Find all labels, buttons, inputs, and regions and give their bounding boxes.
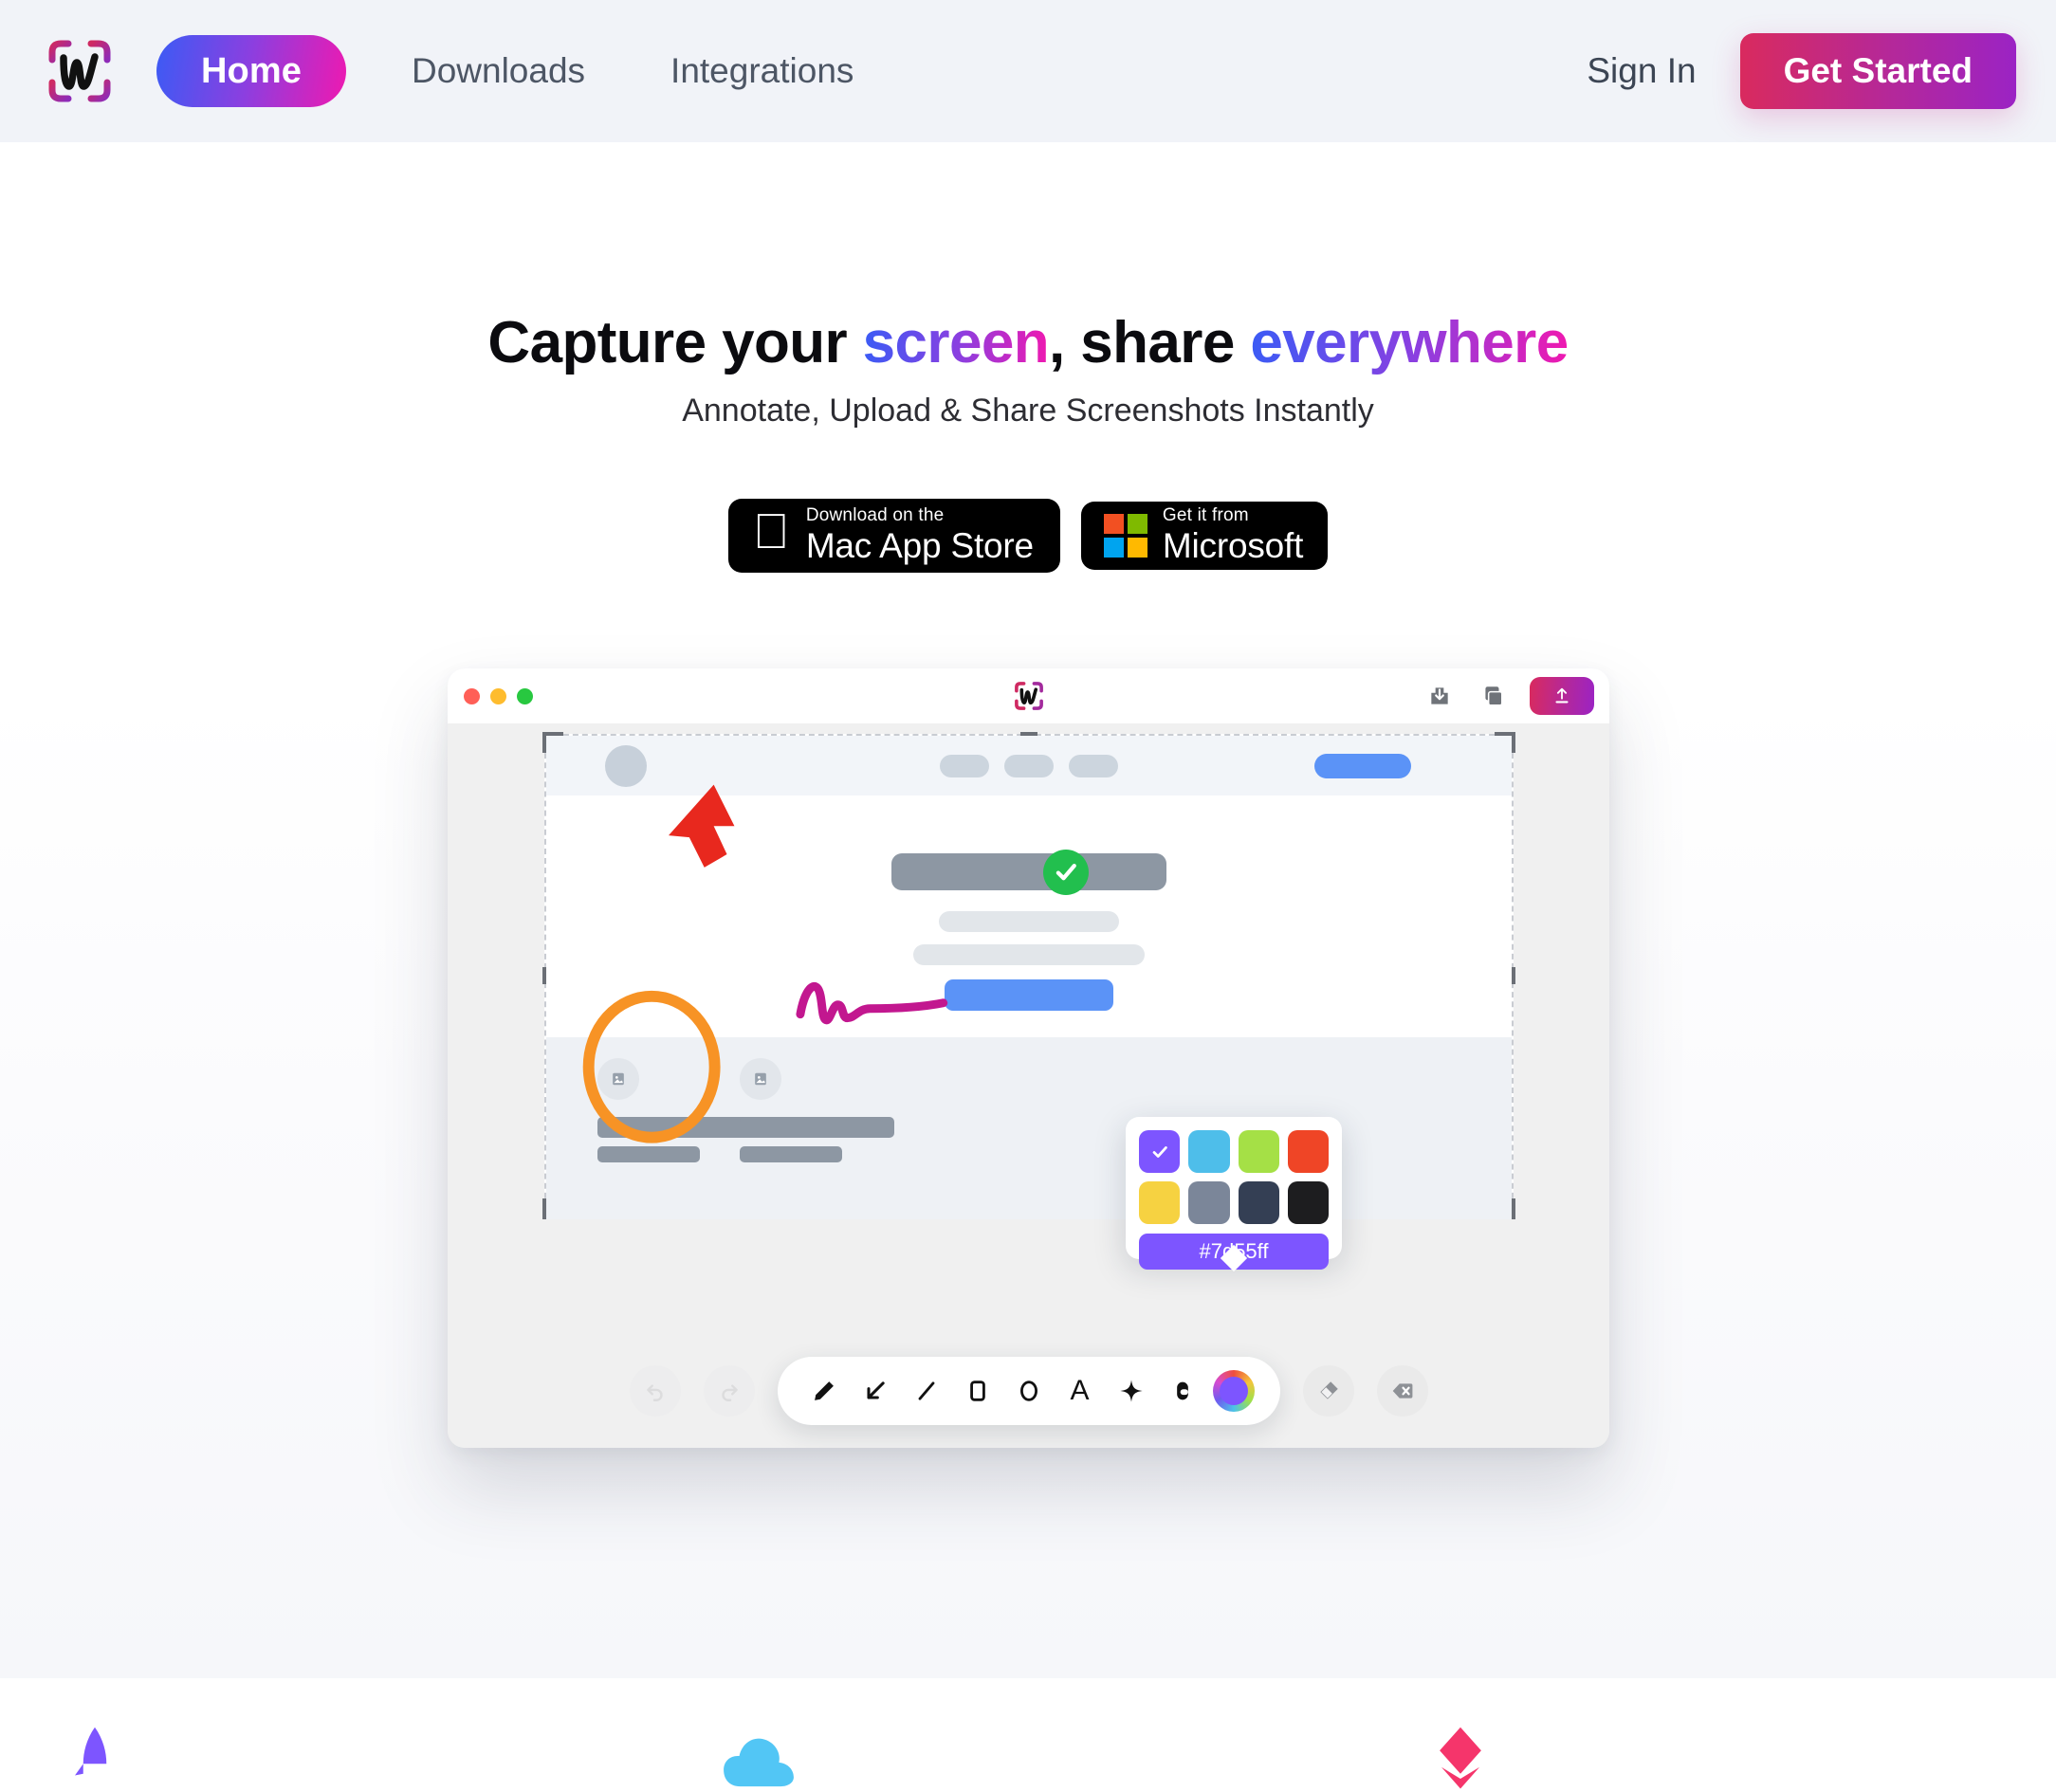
color-wheel-icon <box>1212 1370 1255 1412</box>
maximize-button[interactable] <box>517 687 533 704</box>
header-actions: Sign In Get Started <box>1587 0 2016 142</box>
page-title: Capture your screen, share everywhere <box>0 309 2056 376</box>
mock-card-sub-bar <box>740 1146 842 1162</box>
mac-app-store-badge[interactable]:  Download on the Mac App Store <box>727 499 1060 573</box>
mock-navbar <box>546 736 1512 795</box>
window-titlebar <box>448 668 1609 723</box>
window-brand-logo-icon <box>1011 678 1047 714</box>
current-color-indicator <box>1219 1377 1248 1405</box>
nav-item-home[interactable]: Home <box>156 35 346 107</box>
site-header: Home Downloads Integrations Sign In Get … <box>0 0 2056 142</box>
title-text-2: , share <box>1049 310 1251 375</box>
image-placeholder-icon <box>740 1058 781 1100</box>
editor-canvas[interactable]: #7d55ff <box>448 723 1609 1448</box>
minimize-button[interactable] <box>490 687 506 704</box>
download-icon[interactable] <box>1423 680 1456 712</box>
color-picker-popup[interactable]: #7d55ff <box>1126 1117 1342 1272</box>
ms-badge-small-label: Get it from <box>1144 505 1249 526</box>
store-badges:  Download on the Mac App Store Get it f… <box>0 499 2056 573</box>
upload-button[interactable] <box>1530 677 1594 715</box>
blur-tool[interactable] <box>1161 1369 1204 1413</box>
color-swatch-blue[interactable] <box>1188 1130 1230 1173</box>
color-swatch-yellow[interactable] <box>1139 1181 1181 1224</box>
mock-primary-button <box>945 979 1113 1011</box>
redo-button[interactable] <box>703 1365 755 1417</box>
mac-badge-small-label: Download on the <box>787 505 944 526</box>
mock-nav-pill <box>1069 754 1118 777</box>
mock-headline-bar <box>891 853 1166 890</box>
color-swatch-black[interactable] <box>1287 1181 1329 1224</box>
features-section <box>0 1678 2056 1790</box>
mock-nav-pill <box>940 754 989 777</box>
capture-selection-region[interactable] <box>542 732 1515 1219</box>
mac-badge-big-label: Mac App Store <box>787 526 1034 566</box>
magic-tool[interactable] <box>1110 1369 1153 1413</box>
mock-nav-pills <box>940 754 1118 777</box>
color-swatch-red[interactable] <box>1287 1130 1329 1173</box>
title-text-1: Capture your <box>487 310 863 375</box>
color-swatch-gray[interactable] <box>1188 1181 1230 1224</box>
pencil-tool[interactable] <box>802 1369 846 1413</box>
eraser-button[interactable] <box>1302 1365 1354 1417</box>
line-tool[interactable] <box>905 1369 948 1413</box>
traffic-lights <box>464 687 533 704</box>
color-swatch-green[interactable] <box>1238 1130 1279 1173</box>
microsoft-squares-icon <box>1103 514 1147 558</box>
brand-logo-icon[interactable] <box>40 31 119 111</box>
hero-section: Capture your screen, share everywhere An… <box>0 142 2056 1678</box>
mock-text-bar <box>939 911 1119 932</box>
text-tool[interactable]: A <box>1058 1369 1102 1413</box>
sign-in-link[interactable]: Sign In <box>1587 51 1696 91</box>
window-actions <box>1423 677 1594 715</box>
hero-subtitle: Annotate, Upload & Share Screenshots Ins… <box>682 393 1374 429</box>
mock-card <box>740 1058 894 1162</box>
ellipse-tool[interactable] <box>1007 1369 1051 1413</box>
ms-badge-big-label: Microsoft <box>1144 526 1303 566</box>
nav-item-downloads[interactable]: Downloads <box>369 51 628 91</box>
annotation-toolbar: A <box>448 1357 1609 1425</box>
color-swatch-grid <box>1139 1130 1329 1224</box>
tool-palette: A <box>777 1357 1280 1425</box>
blue-cloud-icon <box>702 1726 816 1790</box>
app-window-mockup: #7d55ff <box>448 668 1609 1448</box>
clear-button[interactable] <box>1376 1365 1428 1417</box>
color-picker-tool[interactable] <box>1212 1369 1256 1413</box>
image-placeholder-icon <box>597 1058 639 1100</box>
color-swatch-navy[interactable] <box>1238 1181 1279 1224</box>
mock-text-bar <box>913 944 1145 965</box>
green-check-annotation <box>1043 850 1089 895</box>
main-navigation: Home Downloads Integrations <box>156 0 896 142</box>
mock-avatar <box>605 744 647 787</box>
title-highlight-everywhere: everywhere <box>1250 310 1569 375</box>
close-button[interactable] <box>464 687 480 704</box>
mock-card <box>597 1058 752 1162</box>
mock-card-grid <box>546 1037 1512 1219</box>
title-highlight-screen: screen <box>862 310 1050 375</box>
mock-body <box>546 795 1512 1037</box>
copy-icon[interactable] <box>1477 680 1509 712</box>
nav-item-integrations[interactable]: Integrations <box>628 51 896 91</box>
mock-cta-button <box>1314 753 1411 778</box>
undo-button[interactable] <box>629 1365 681 1417</box>
pink-layers-icon <box>1404 1726 1517 1792</box>
microsoft-store-badge[interactable]: Get it from Microsoft <box>1080 502 1329 570</box>
mock-nav-pill <box>1004 754 1054 777</box>
mock-card-title-bar <box>740 1117 894 1138</box>
apple-icon:  <box>753 507 790 557</box>
rectangle-tool[interactable] <box>956 1369 1000 1413</box>
purple-rocket-icon <box>38 1726 152 1792</box>
color-swatch-purple[interactable] <box>1139 1130 1181 1173</box>
arrow-tool[interactable] <box>854 1369 897 1413</box>
mock-card-title-bar <box>597 1117 752 1138</box>
get-started-button[interactable]: Get Started <box>1739 33 2016 109</box>
mock-card-sub-bar <box>597 1146 700 1162</box>
